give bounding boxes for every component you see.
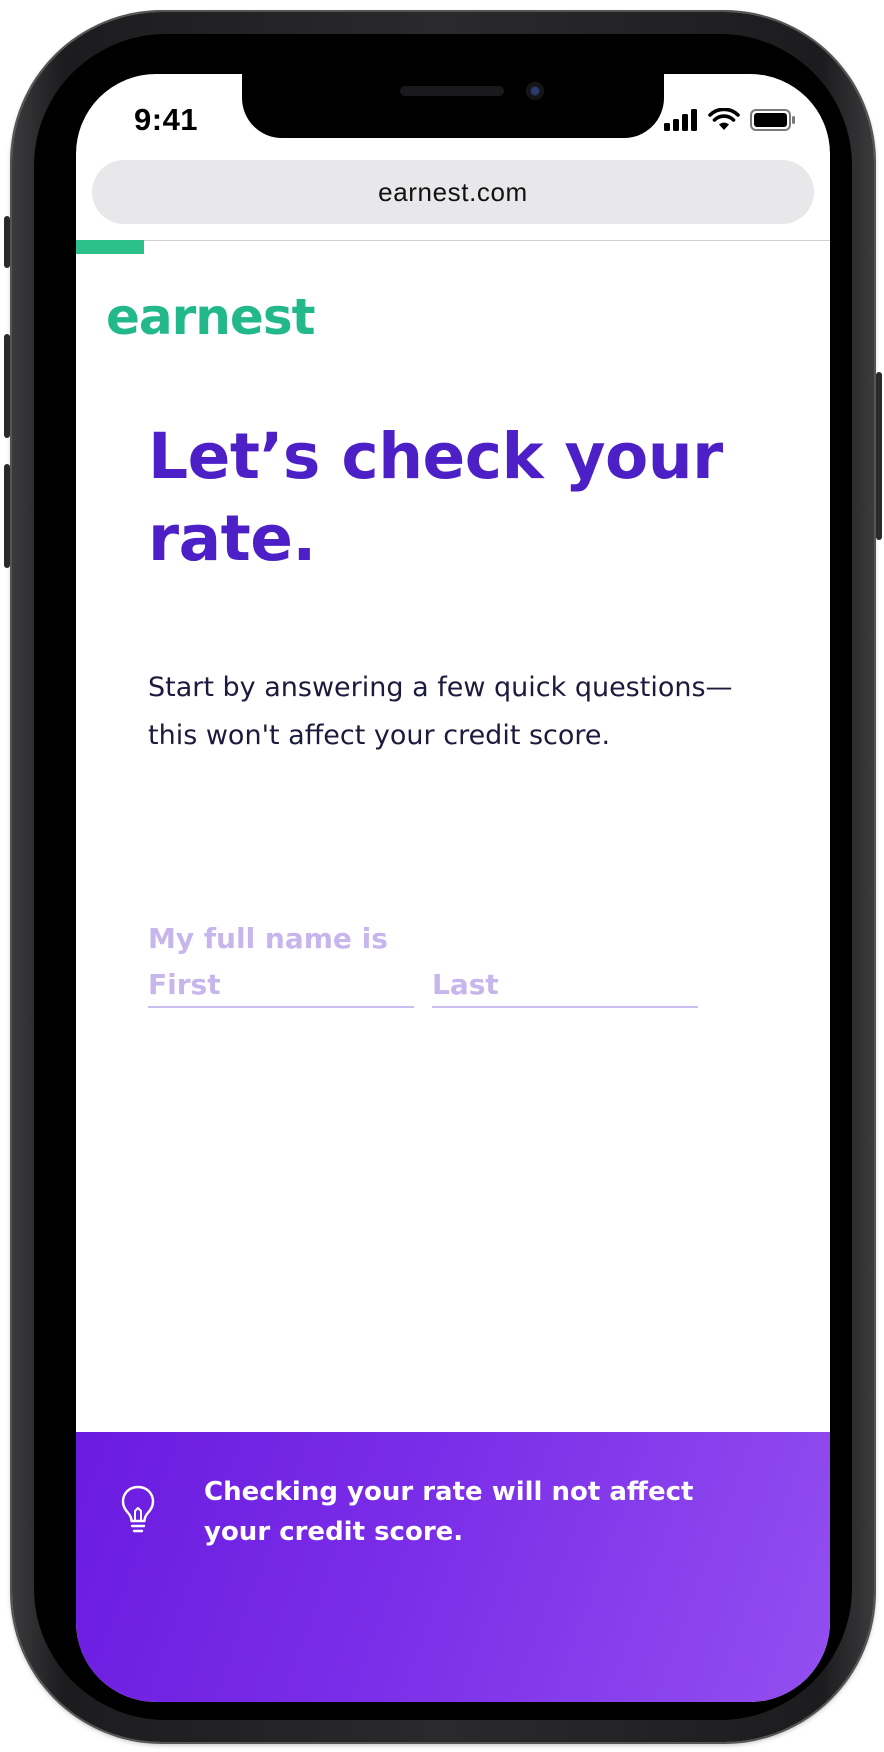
first-name-input[interactable] — [148, 962, 414, 1008]
last-name-input[interactable] — [432, 962, 698, 1008]
full-name-label: My full name is — [148, 922, 388, 955]
phone-frame: 9:41 earnest.com earnest Let’s check you… — [4, 12, 882, 1742]
screen: 9:41 earnest.com earnest Let’s check you… — [76, 74, 830, 1702]
earnest-logo[interactable]: earnest — [106, 292, 315, 342]
info-banner: Checking your rate will not affect your … — [76, 1432, 830, 1702]
front-camera — [526, 82, 544, 100]
page-title: Let’s check your rate. — [148, 420, 723, 575]
status-time: 9:41 — [134, 102, 199, 137]
page-subtitle: Start by answering a few quick questions… — [148, 672, 733, 751]
page: 9:41 earnest.com earnest Let’s check you… — [0, 0, 884, 1752]
lightbulb-icon — [121, 1485, 155, 1533]
volume-up-button — [4, 334, 10, 438]
notch — [242, 74, 664, 138]
mute-switch — [4, 216, 10, 268]
battery-icon — [750, 109, 795, 131]
status-icons — [664, 107, 796, 133]
speaker-grille — [400, 86, 504, 96]
power-button — [876, 372, 882, 540]
toolbar-divider — [76, 240, 830, 241]
banner-message: Checking your rate will not affect your … — [204, 1477, 694, 1547]
progress-bar — [76, 240, 144, 254]
address-bar[interactable]: earnest.com — [92, 160, 814, 224]
cellular-signal-icon — [664, 109, 697, 131]
url-text: earnest.com — [378, 176, 528, 207]
volume-down-button — [4, 464, 10, 568]
wifi-icon — [708, 108, 740, 130]
